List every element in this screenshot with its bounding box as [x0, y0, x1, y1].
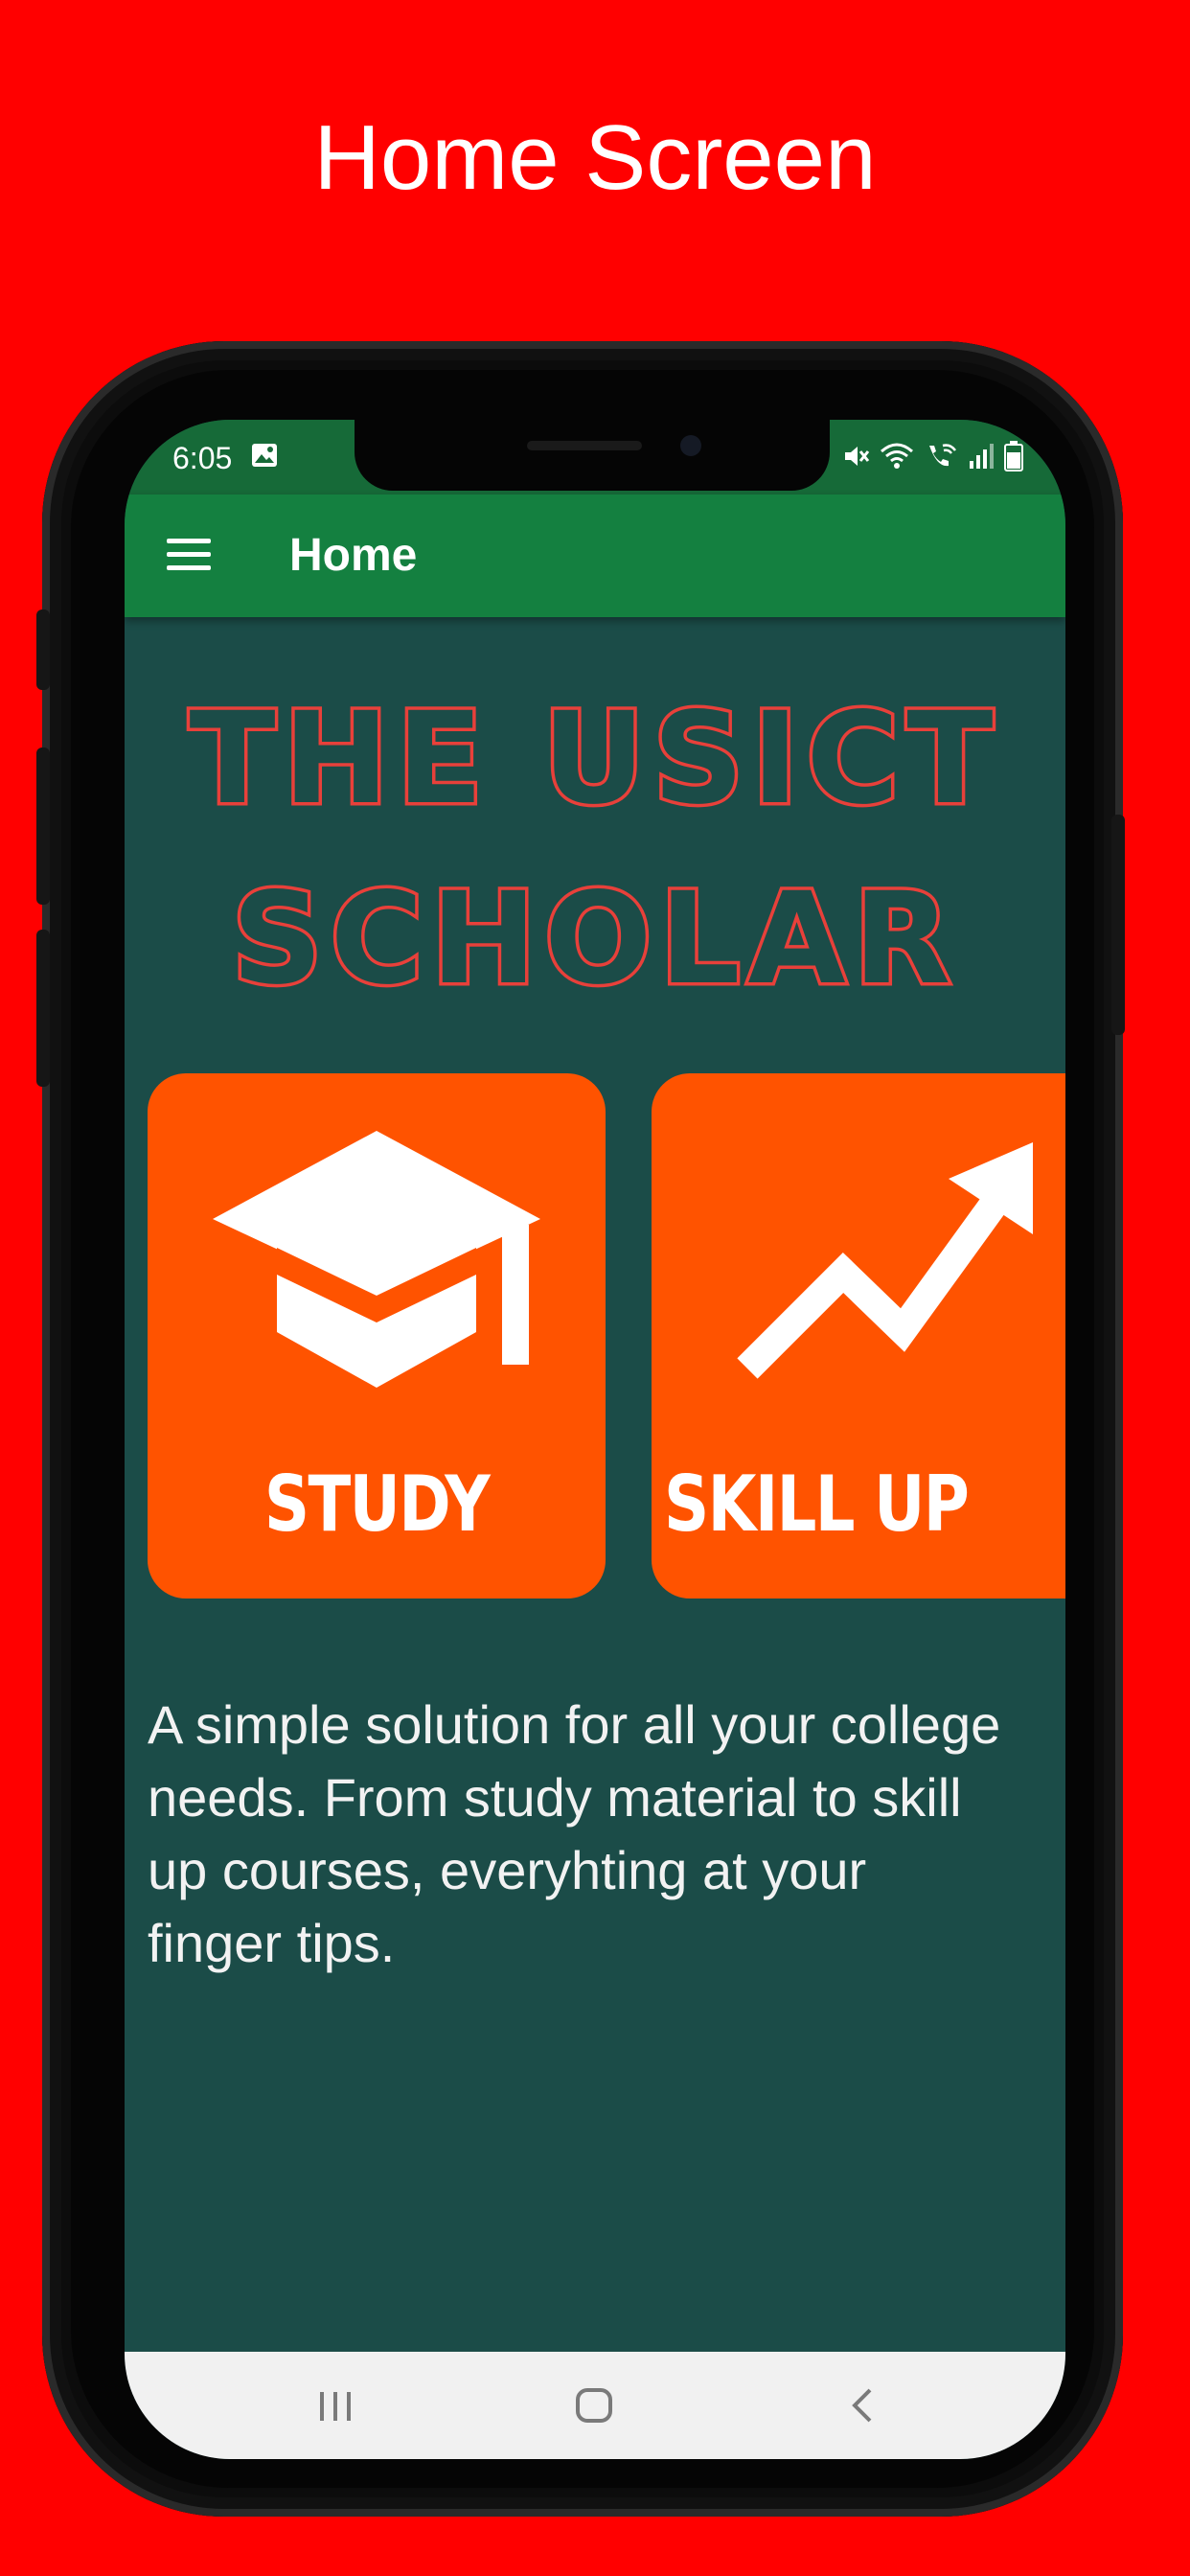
gallery-icon [251, 443, 278, 468]
home-icon[interactable] [565, 2384, 623, 2426]
trending-up-arrow-icon [652, 1131, 1065, 1418]
brand-line-1: THE USICT [186, 682, 1001, 837]
status-icons [841, 440, 1023, 476]
app-description: A simple solution for all your college n… [148, 1694, 1001, 1973]
app-bar-title: Home [289, 530, 418, 581]
phone-side-button [36, 610, 50, 690]
signal-icon [968, 442, 995, 475]
wifi-icon [880, 442, 914, 475]
skill-up-label: SKILL UP [664, 1460, 970, 1549]
study-tile-button[interactable]: STUDY [148, 1073, 606, 1598]
battery-icon [1004, 440, 1023, 476]
brand-logo-text: THE USICT SCHOLAR [125, 669, 1065, 1029]
phone-volume-down-button [36, 930, 50, 1087]
mute-icon [841, 442, 870, 475]
hamburger-menu-icon[interactable] [167, 539, 211, 571]
back-icon[interactable] [834, 2384, 891, 2426]
wifi-call-icon [924, 442, 958, 475]
brand-line-2: SCHOLAR [228, 862, 959, 1017]
study-label: STUDY [263, 1460, 491, 1549]
camera-notch [355, 420, 830, 491]
app-screen: 6:05 Home THE USICT SCHOLAR STUDY SKILL … [125, 420, 1065, 2459]
graduation-cap-icon [148, 1131, 606, 1418]
phone-power-button [1111, 815, 1125, 1035]
speaker-grille [527, 441, 642, 450]
status-time: 6:05 [172, 441, 233, 475]
status-bar: 6:05 [125, 420, 1065, 494]
recents-icon[interactable] [307, 2384, 364, 2426]
phone-volume-up-button [36, 748, 50, 905]
system-nav-bar [125, 2352, 1065, 2459]
front-camera [680, 435, 701, 456]
app-bar: Home [125, 494, 1065, 617]
page-heading: Home Screen [313, 106, 877, 209]
skill-up-tile-button[interactable]: SKILL UP [652, 1073, 1065, 1598]
